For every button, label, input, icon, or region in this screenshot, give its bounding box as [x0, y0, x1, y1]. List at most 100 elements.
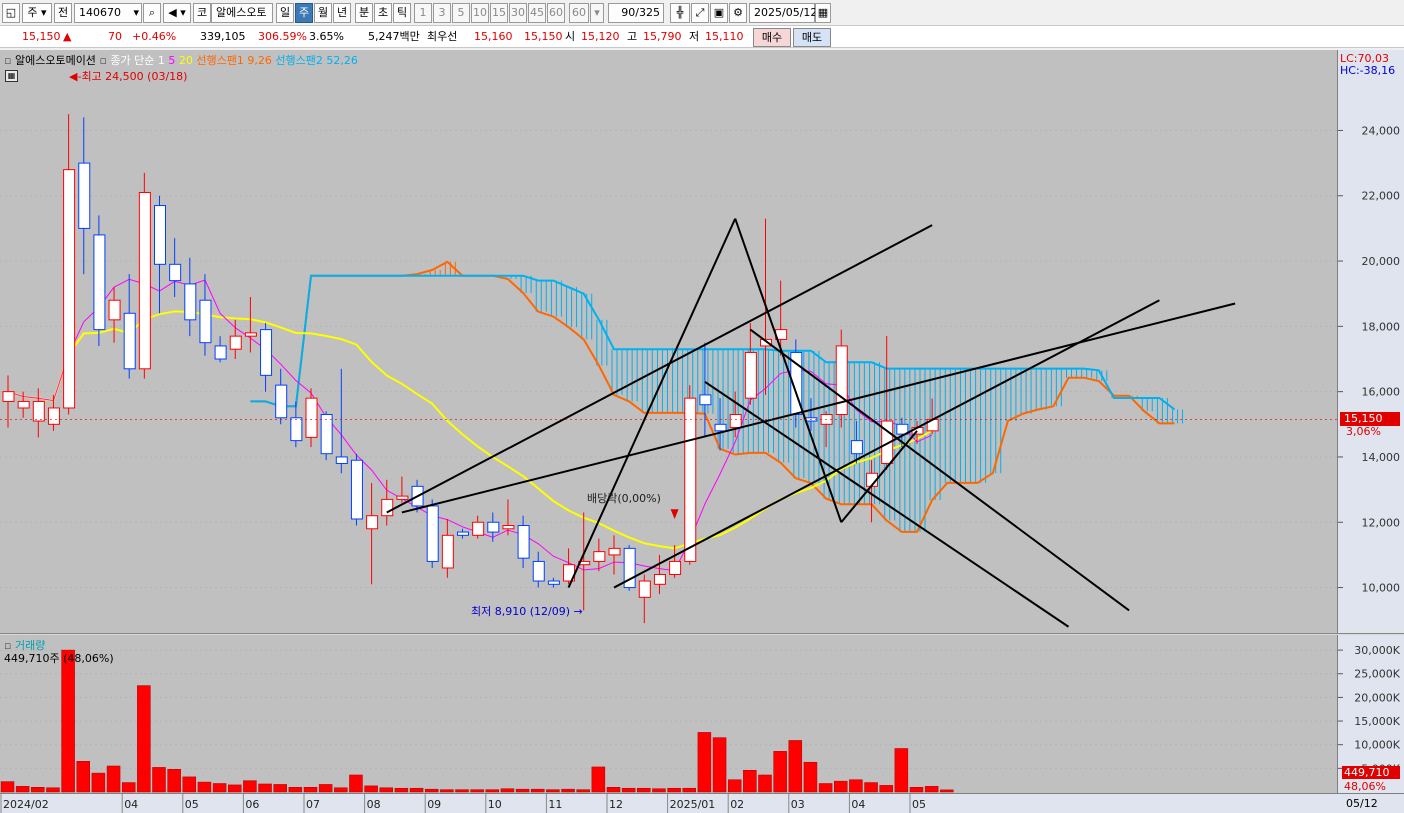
volume-bar [0, 781, 15, 793]
window-menu-icon[interactable]: ◱ [2, 3, 20, 23]
interval-10[interactable]: 10 [471, 3, 489, 23]
volume-bar [788, 740, 803, 793]
volume-tick-label: 15,000K [1354, 715, 1400, 728]
volume-bar [803, 761, 818, 793]
sell-button[interactable]: 매도 [793, 28, 831, 47]
candle-body [487, 521, 500, 533]
chart-toolbar: ◱ 주 ▾ 전 140670 ▾ ⌕ ◀ ▾ 코 알에스오토 일 주 월 년 분 … [0, 0, 1404, 26]
zoom-icon[interactable]: ⤢ [691, 3, 709, 23]
candle-body [275, 384, 288, 419]
dividend-annotation: 배당락(0,00%) [587, 492, 661, 505]
prev-button[interactable]: 전 [54, 3, 72, 23]
pane-marker-icon: ▫ [99, 54, 107, 67]
sound-icon[interactable]: ◀ ▾ [163, 3, 191, 23]
ma-legend: 종가 단순 1 [110, 54, 165, 67]
candle-body [138, 191, 151, 370]
candle-body [184, 283, 197, 321]
interval-3[interactable]: 3 [433, 3, 451, 23]
volume-bar [152, 767, 166, 793]
volume-bar [667, 787, 681, 793]
candle-body [669, 560, 682, 575]
tab-minute[interactable]: 분 [355, 3, 373, 23]
volume-tick-label: 30,000K [1354, 644, 1400, 657]
buy-button[interactable]: 매수 [753, 28, 791, 47]
interval-60[interactable]: 60 [547, 3, 565, 23]
candle-body [850, 440, 863, 455]
bid-price: 15,150 [524, 30, 563, 43]
bar-count[interactable]: 90/325 [608, 3, 664, 23]
date-tick-label: 05 [185, 798, 199, 811]
date-tick-label: 04 [851, 798, 865, 811]
tab-week[interactable]: 주 [295, 3, 313, 23]
hc-label: HC:-38,16 [1340, 64, 1396, 77]
interval-5[interactable]: 5 [452, 3, 470, 23]
volume-bar [455, 789, 469, 793]
price-tick-label: 24,000 [1362, 124, 1401, 137]
low-price: 15,110 [705, 30, 744, 43]
tab-tick[interactable]: 틱 [393, 3, 411, 23]
candle-body [93, 234, 106, 331]
candle-body [290, 417, 303, 442]
candle-body [396, 495, 409, 500]
price-chart-pane[interactable]: ▫ 알에스오토메이션 ▫ 종가 단순 1 5 20 선행스팬1 9,26 선행스… [0, 50, 1338, 633]
volume-bar [349, 774, 363, 793]
chevron-down-icon[interactable]: ▾ [133, 4, 139, 22]
interval-1[interactable]: 1 [414, 3, 432, 23]
date-tick-label: 12 [609, 798, 623, 811]
volume-bar [849, 779, 863, 793]
candle-body [699, 394, 712, 406]
price-axis[interactable]: 10,000 12,000 14,000 16,000 18,000 20,000 22,0… [1338, 50, 1404, 633]
tab-day[interactable]: 일 [276, 3, 294, 23]
volume-bar [15, 786, 30, 793]
price-tick-label: 20,000 [1362, 255, 1401, 268]
tab-year[interactable]: 년 [333, 3, 351, 23]
volume-chart-svg[interactable] [0, 635, 1338, 793]
volume-bar [894, 748, 909, 793]
volume-bar [167, 769, 181, 793]
volume-bar [91, 772, 106, 793]
search-icon[interactable]: ⌕ [143, 3, 161, 23]
date-input[interactable]: 2025/05/12 [749, 3, 817, 23]
volume-bar [909, 787, 924, 793]
save-icon[interactable]: ▣ [710, 3, 728, 23]
candle-body [366, 515, 379, 530]
gear-icon[interactable]: ⚙ [729, 3, 747, 23]
tab-second[interactable]: 초 [374, 3, 392, 23]
interval-dropdown-icon[interactable]: ▾ [590, 3, 604, 23]
candle-body [47, 407, 60, 425]
trading-amount: 5,247백만 [368, 30, 420, 43]
interval-30[interactable]: 30 [509, 3, 527, 23]
date-tick-label: 05 [912, 798, 926, 811]
date-axis[interactable]: 2024/02 04 05 06 07 08 09 10 11 12 2025/01 02 03 04 05… [0, 793, 1404, 813]
stock-name-field[interactable]: 알에스오토 [211, 3, 273, 23]
period-select[interactable]: 주 ▾ [22, 3, 52, 23]
volume-bar [212, 783, 227, 793]
candle-body [320, 414, 333, 455]
tab-month[interactable]: 월 [314, 3, 332, 23]
candle-type-icon[interactable]: ╬ [670, 3, 690, 23]
candle-body [305, 397, 318, 438]
grid-toggle-icon[interactable]: ▦ [5, 70, 18, 82]
interval-15[interactable]: 15 [490, 3, 508, 23]
stock-code-value: 140670 [79, 6, 121, 19]
volume-chart-pane[interactable]: ▫ 거래량 449,710주 (48,06%) [0, 635, 1338, 793]
price-tick-label: 14,000 [1362, 451, 1401, 464]
calendar-icon[interactable]: ▦ [815, 3, 831, 23]
volume-value-legend: 449,710주 (48,06%) [4, 652, 114, 665]
volume-tick-label: 25,000K [1354, 668, 1400, 681]
candle-body [653, 573, 666, 585]
market-label[interactable]: 코 [193, 3, 211, 23]
volume-bar [318, 784, 333, 793]
volume-axis[interactable]: 5,000K10,000K15,000K20,000K25,000K30,000… [1338, 635, 1404, 793]
interval-custom[interactable]: 60 [569, 3, 589, 23]
period-select-value: 주 [27, 6, 38, 19]
date-tick-label: 06 [245, 798, 259, 811]
interval-45[interactable]: 45 [528, 3, 546, 23]
volume-bar [864, 782, 878, 793]
candle-body [729, 414, 742, 429]
volume-bar [303, 787, 318, 793]
price-chart-svg[interactable] [0, 50, 1338, 633]
stock-code-input[interactable]: 140670 ▾ [74, 3, 142, 23]
volume-bar [576, 789, 590, 793]
price-legend: ▫ 알에스오토메이션 ▫ 종가 단순 1 5 20 선행스팬1 9,26 선행스… [4, 52, 358, 68]
